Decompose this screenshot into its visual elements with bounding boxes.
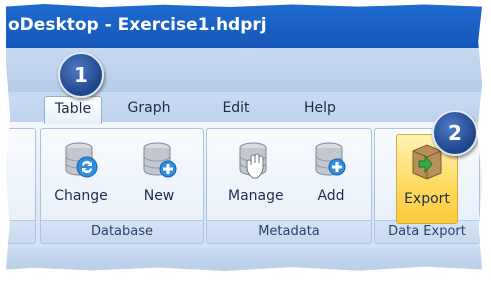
- database-add-icon: [141, 140, 177, 180]
- change-button-label: Change: [54, 188, 108, 204]
- tab-graph[interactable]: Graph: [118, 96, 180, 122]
- tab-help[interactable]: Help: [296, 96, 344, 122]
- tab-edit-label: Edit: [222, 100, 250, 116]
- add-metadata-button[interactable]: Add: [304, 134, 358, 214]
- tab-table[interactable]: Table: [44, 96, 102, 124]
- database-sync-icon: [63, 140, 99, 180]
- manage-button-label: Manage: [228, 188, 284, 204]
- new-button-label: New: [143, 188, 175, 204]
- window-title: oDesktop - Exercise1.hdprj: [8, 15, 267, 35]
- tab-edit[interactable]: Edit: [214, 96, 258, 122]
- database-hand-icon: [237, 140, 273, 180]
- ribbon-group-partial-label: [6, 220, 35, 243]
- add-button-label: Add: [317, 188, 345, 204]
- screenshot-frame: oDesktop - Exercise1.hdprj Table Graph E…: [6, 4, 482, 271]
- tab-table-label: Table: [54, 101, 92, 117]
- database-add-icon: [313, 140, 349, 180]
- export-button-label: Export: [404, 191, 450, 207]
- manage-metadata-button[interactable]: Manage: [228, 134, 284, 214]
- callout-badge-1: 1: [58, 52, 104, 98]
- change-database-button[interactable]: Change: [54, 134, 108, 214]
- ribbon-group-partial: [6, 128, 36, 244]
- new-database-button[interactable]: New: [132, 134, 186, 214]
- ribbon-group-database-label: Database: [41, 220, 203, 243]
- title-bar: oDesktop - Exercise1.hdprj: [6, 4, 482, 48]
- ribbon-group-metadata-label: Metadata: [207, 220, 371, 243]
- callout-badge-2: 2: [432, 110, 478, 156]
- tab-graph-label: Graph: [127, 100, 171, 116]
- status-strip: [6, 248, 482, 271]
- tab-help-label: Help: [304, 100, 336, 116]
